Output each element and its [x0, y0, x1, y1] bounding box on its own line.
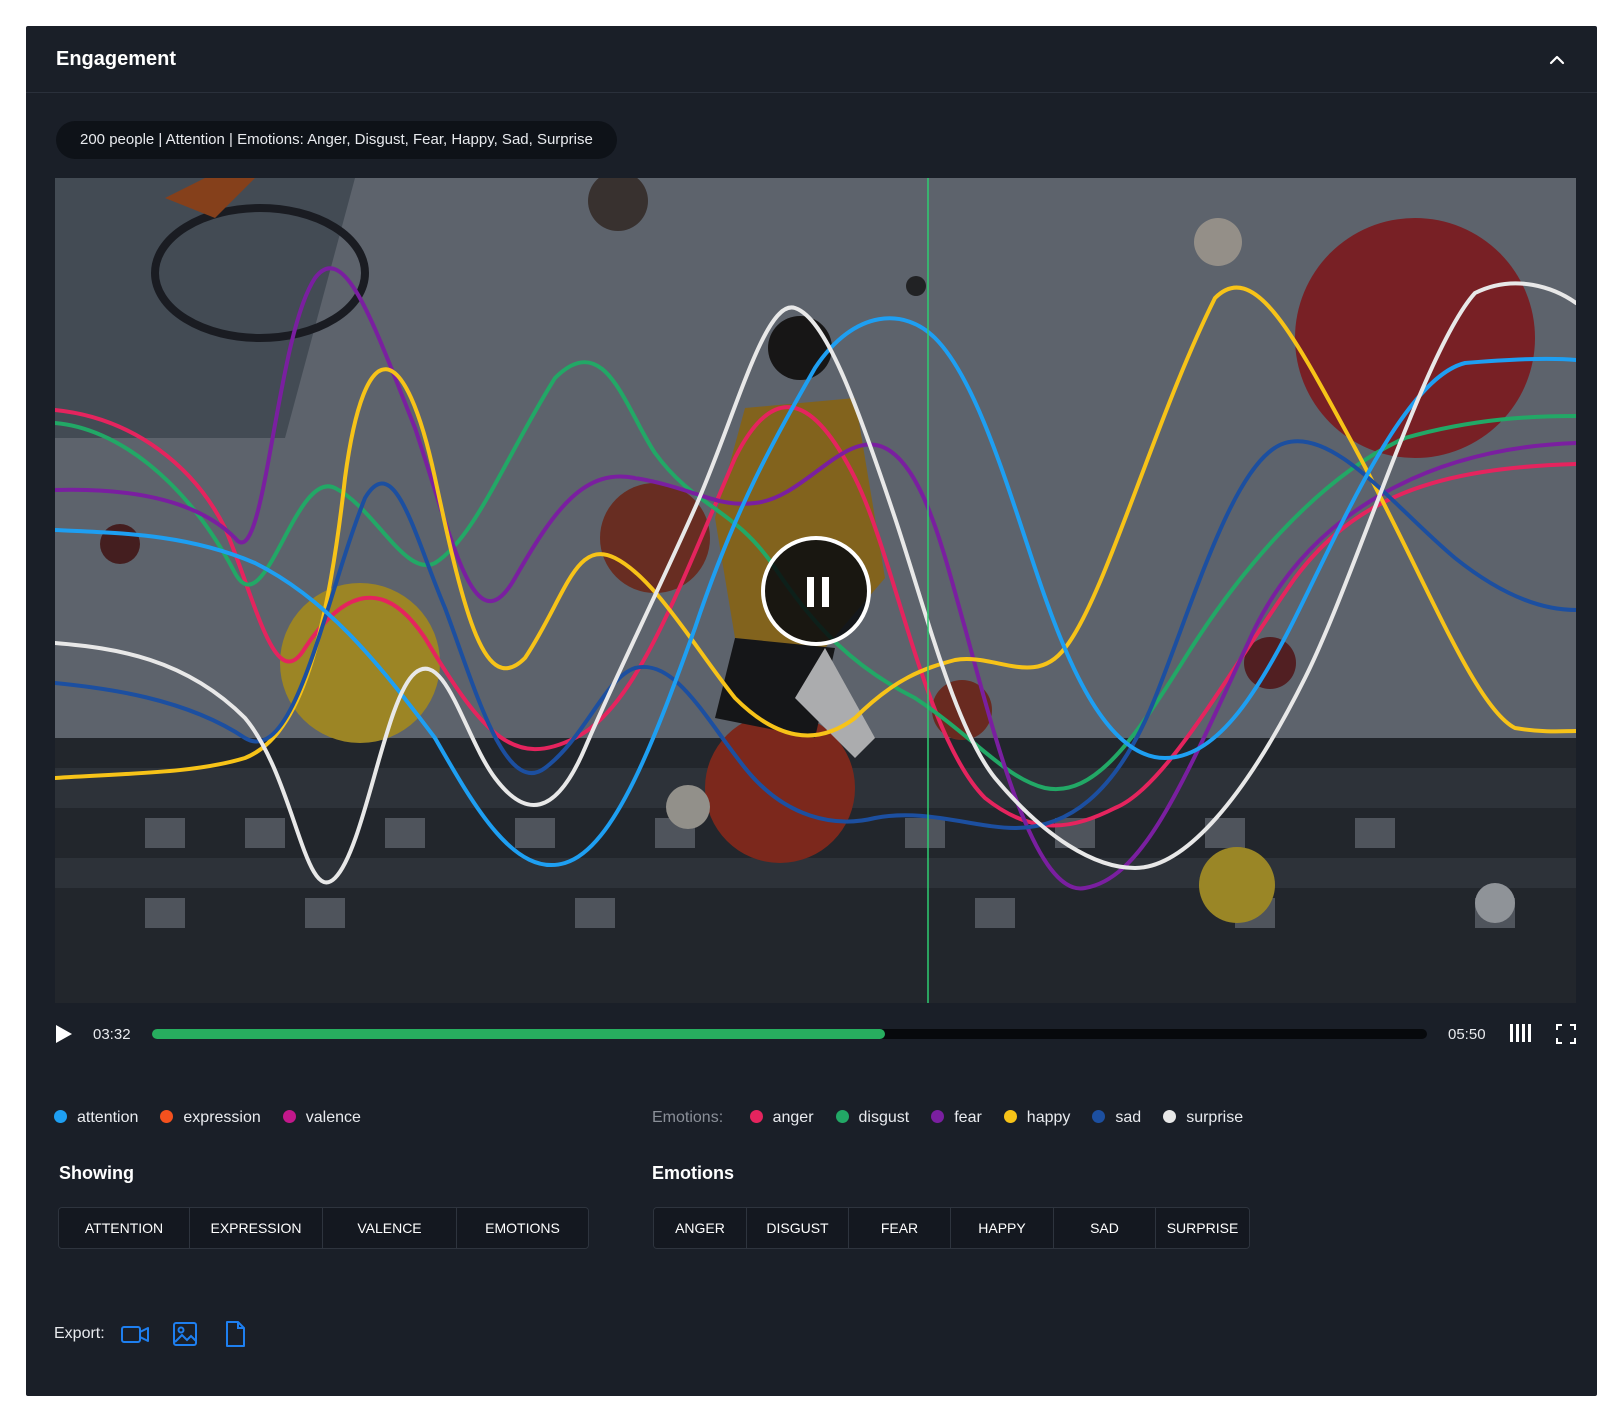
legend-item-expression[interactable]: expression: [160, 1109, 261, 1127]
emotions-buttons-disgust-button[interactable]: DISGUST: [747, 1208, 849, 1248]
pause-button[interactable]: [761, 536, 871, 646]
showing-buttons-attention-button[interactable]: ATTENTION: [59, 1208, 190, 1248]
pause-icon: [822, 577, 829, 607]
video-icon[interactable]: [120, 1319, 150, 1349]
legend-item-valence[interactable]: valence: [282, 1109, 361, 1127]
legend-primary: attention expression valence: [54, 1109, 383, 1127]
current-time: 03:32: [93, 1026, 131, 1043]
showing-buttons-expression-button[interactable]: EXPRESSION: [190, 1208, 323, 1248]
emotions-button-group: ANGER DISGUST FEAR HAPPY SAD SURPRISE: [653, 1207, 1250, 1249]
legend-item-sad[interactable]: sad: [1092, 1109, 1141, 1127]
emotions-label: Emotions: [652, 1163, 735, 1183]
legend-item-fear[interactable]: fear: [931, 1109, 982, 1127]
columns-icon[interactable]: [1508, 1022, 1534, 1044]
emotions-buttons-surprise-button[interactable]: SURPRISE: [1156, 1208, 1249, 1248]
showing-buttons-emotions-button[interactable]: EMOTIONS: [457, 1208, 588, 1248]
engagement-panel: Engagement 200 people | Attention | Emot…: [26, 26, 1597, 1396]
legend-label: anger: [772, 1109, 814, 1126]
summary-pill: 200 people | Attention | Emotions: Anger…: [56, 121, 617, 159]
legend-dot: [54, 1110, 67, 1123]
emotions-buttons-sad-button[interactable]: SAD: [1054, 1208, 1156, 1248]
panel-header: Engagement: [26, 26, 1597, 93]
legend-dot: [160, 1110, 174, 1123]
progress-fill: [152, 1029, 886, 1039]
pause-icon: [807, 577, 814, 607]
file-icon[interactable]: [220, 1319, 250, 1349]
legend-item-anger[interactable]: anger: [749, 1109, 814, 1127]
legend-emotions: Emotions: anger disgust fear happy sad surpri…: [652, 1109, 1265, 1127]
image-icon[interactable]: [170, 1319, 200, 1349]
showing-label: Showing: [59, 1163, 134, 1183]
total-time: 05:50: [1448, 1026, 1486, 1043]
legend-dot: [749, 1110, 763, 1123]
showing-button-group: ATTENTION EXPRESSION VALENCE EMOTIONS: [58, 1207, 589, 1249]
emotions-buttons-happy-button[interactable]: HAPPY: [951, 1208, 1054, 1248]
legend-dot: [282, 1110, 296, 1123]
emotions-buttons-anger-button[interactable]: ANGER: [654, 1208, 747, 1248]
panel-title: Engagement: [56, 48, 177, 70]
legend-dot: [1092, 1110, 1106, 1123]
legend-item-disgust[interactable]: disgust: [835, 1109, 910, 1127]
legend-emotions-prefix: Emotions:: [652, 1109, 724, 1126]
legend-dot: [1003, 1110, 1017, 1123]
legend-label: happy: [1026, 1109, 1071, 1126]
legend-dot: [835, 1110, 849, 1123]
progress-bar[interactable]: [152, 1029, 1427, 1039]
legend-label: sad: [1115, 1109, 1142, 1126]
legend-dot: [931, 1110, 945, 1123]
legend-label: expression: [183, 1109, 261, 1126]
emotions-buttons-fear-button[interactable]: FEAR: [849, 1208, 951, 1248]
play-icon[interactable]: [55, 1024, 73, 1044]
legend-label: fear: [954, 1109, 982, 1126]
chevron-up-icon[interactable]: [1545, 48, 1569, 72]
legend-label: disgust: [858, 1109, 910, 1126]
legend-item-happy[interactable]: happy: [1003, 1109, 1071, 1127]
legend-label: attention: [77, 1109, 139, 1126]
export-label: Export:: [54, 1325, 105, 1342]
legend-label: surprise: [1186, 1109, 1244, 1126]
legend-dot: [1163, 1110, 1177, 1123]
video-controls: 03:32 05:50: [55, 1014, 1576, 1054]
legend-item-attention[interactable]: attention: [54, 1109, 138, 1127]
legend-item-surprise[interactable]: surprise: [1163, 1109, 1243, 1127]
legend-label: valence: [305, 1109, 361, 1126]
showing-buttons-valence-button[interactable]: VALENCE: [323, 1208, 457, 1248]
fullscreen-icon[interactable]: [1554, 1022, 1578, 1046]
video-player[interactable]: [55, 178, 1576, 1003]
